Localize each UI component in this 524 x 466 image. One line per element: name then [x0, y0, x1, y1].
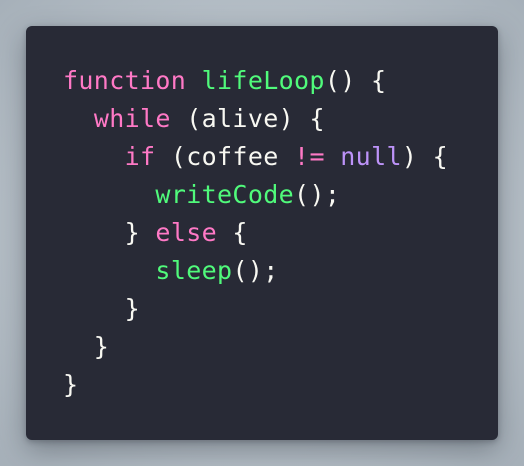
- code-token: (coffee: [155, 142, 295, 171]
- code-token: }: [63, 332, 110, 361]
- code-line: while (alive) {: [63, 100, 448, 138]
- code-token: {: [217, 218, 248, 247]
- code-token: function: [63, 66, 187, 95]
- code-block: function lifeLoop() { while (alive) { if…: [63, 62, 448, 404]
- code-token: ) {: [401, 142, 449, 171]
- code-line: } else {: [63, 214, 448, 252]
- code-token: }: [63, 218, 156, 247]
- code-line: }: [63, 366, 448, 404]
- code-token: writeCode: [155, 180, 295, 209]
- code-token: null: [340, 142, 402, 171]
- code-card: function lifeLoop() { while (alive) { if…: [26, 26, 498, 440]
- code-line: if (coffee != null) {: [63, 138, 448, 176]
- code-token: if: [124, 142, 156, 171]
- code-token: }: [63, 294, 141, 323]
- code-token: ();: [232, 256, 279, 285]
- code-line: writeCode();: [63, 176, 448, 214]
- code-token: sleep: [155, 256, 233, 285]
- code-line: }: [63, 328, 448, 366]
- code-line: function lifeLoop() {: [63, 62, 448, 100]
- code-token: lifeLoop: [201, 66, 325, 95]
- code-token: !=: [294, 142, 325, 171]
- code-token: else: [155, 218, 218, 247]
- code-token: () {: [324, 66, 387, 95]
- code-token: (alive) {: [170, 104, 325, 133]
- code-line: }: [63, 290, 448, 328]
- code-token: ();: [294, 180, 341, 209]
- code-token: while: [93, 104, 171, 133]
- code-token: }: [63, 370, 79, 399]
- code-line: sleep();: [63, 252, 448, 290]
